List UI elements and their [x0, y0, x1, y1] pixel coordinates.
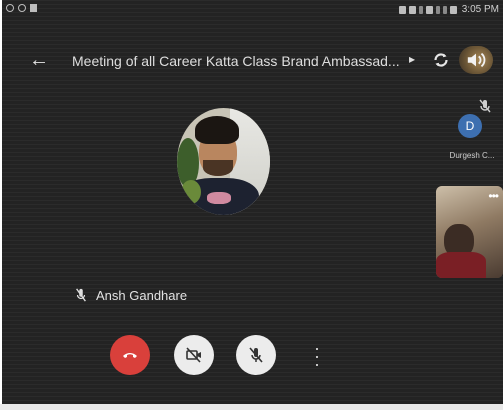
camera-switch-icon[interactable] — [430, 49, 452, 71]
speaker-toggle-button[interactable] — [459, 46, 493, 74]
wifi-icon — [425, 5, 433, 14]
end-call-icon — [123, 353, 137, 358]
page-margin — [0, 404, 503, 410]
notification-icon — [6, 4, 14, 12]
mic-off-icon — [76, 288, 86, 302]
status-system-icons: 3:05 PM — [398, 4, 499, 15]
camera-off-button[interactable] — [174, 335, 214, 375]
meeting-screen: 3:05 PM ← Meeting of all Career Katta Cl… — [2, 0, 503, 404]
status-bar: 3:05 PM — [2, 0, 503, 22]
mic-off-icon — [249, 347, 263, 363]
alarm-icon — [398, 5, 406, 14]
participant-name: Durgesh C... — [449, 151, 495, 160]
back-icon[interactable]: ← — [28, 49, 50, 71]
notification-icon — [30, 4, 37, 12]
end-call-button[interactable] — [110, 335, 150, 375]
mute-icon — [408, 5, 416, 14]
more-options-icon[interactable]: · · · — [309, 339, 325, 373]
more-arrow-icon[interactable]: ▸ — [409, 52, 415, 66]
mic-off-icon — [479, 99, 491, 113]
participant-avatar: D — [458, 114, 482, 138]
active-speaker-label: Ansh Gandhare — [74, 287, 187, 303]
meeting-title: Meeting of all Career Katta Class Brand … — [72, 53, 400, 69]
self-view-tile[interactable]: ••• — [436, 186, 503, 278]
active-speaker-avatar — [177, 108, 270, 215]
battery-icon — [449, 5, 457, 14]
participant-tile[interactable]: D Durgesh C... — [443, 92, 501, 162]
active-speaker-name: Ansh Gandhare — [96, 287, 188, 303]
status-time: 3:05 PM — [461, 4, 499, 15]
notification-icon — [18, 4, 26, 12]
vibrate-icon — [418, 5, 423, 14]
signal-icon — [435, 5, 440, 14]
camera-off-icon — [186, 347, 201, 363]
volume-icon — [467, 52, 486, 68]
meeting-header: ← Meeting of all Career Katta Class Bran… — [2, 40, 503, 84]
signal-icon — [442, 5, 447, 14]
mic-off-button[interactable] — [236, 335, 276, 375]
self-view-menu-icon[interactable]: ••• — [488, 189, 499, 203]
status-notification-icons — [6, 4, 37, 12]
